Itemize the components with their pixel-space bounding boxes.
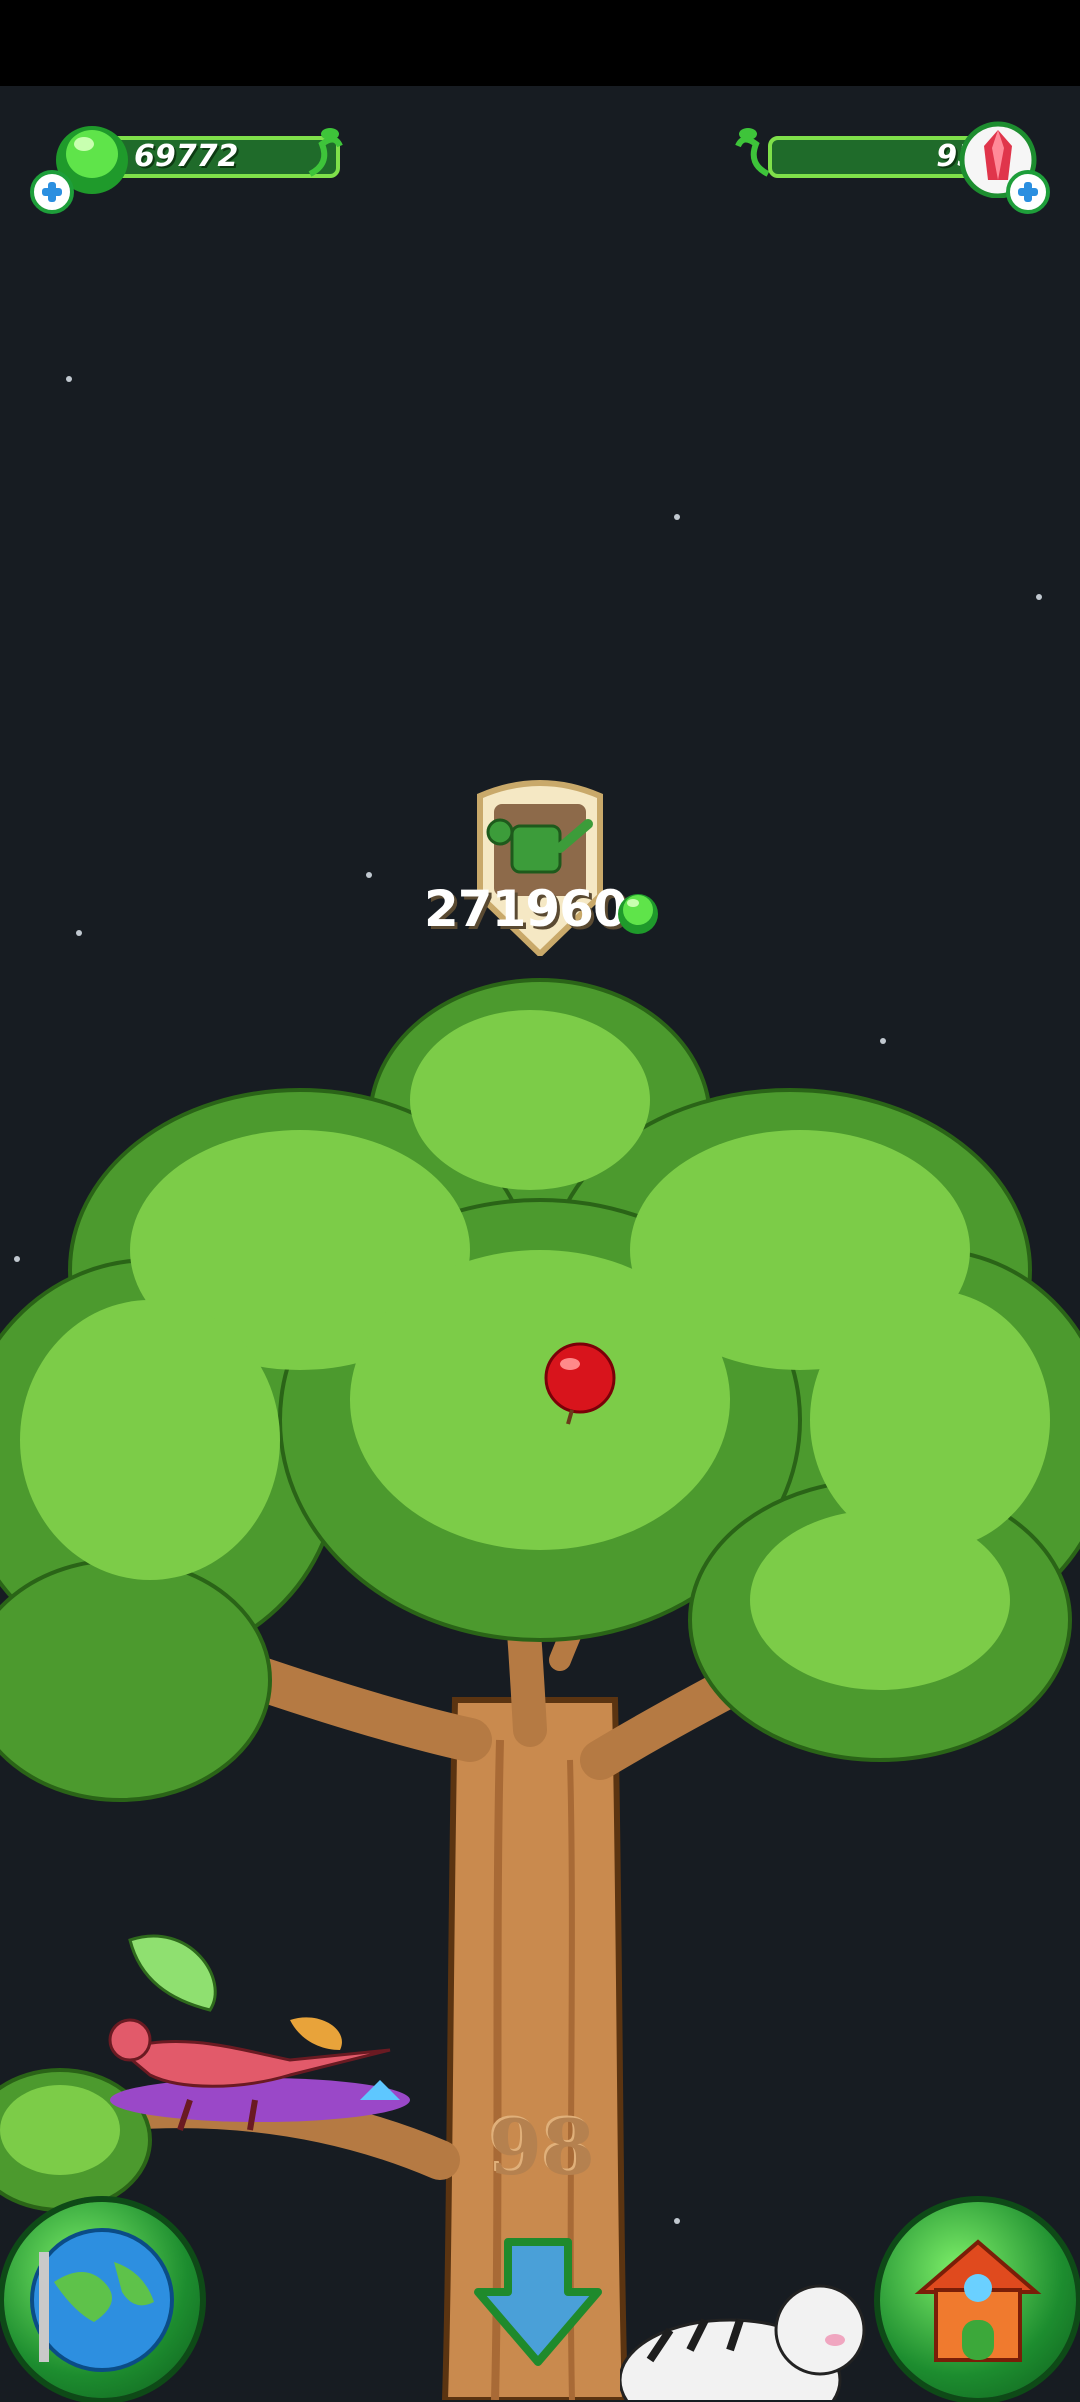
green-gem-icon	[618, 894, 658, 934]
star	[66, 376, 72, 382]
gem-currency-display[interactable]: 69772	[30, 118, 350, 214]
white-tiger-creature[interactable]	[620, 2270, 900, 2400]
status-bar	[0, 0, 1080, 86]
home-button[interactable]	[880, 2202, 1076, 2398]
tree-level-number: 98	[489, 2103, 595, 2192]
gem-count: 69772	[134, 139, 239, 174]
vine-icon	[308, 128, 343, 177]
world-map-button[interactable]	[4, 2202, 200, 2398]
dragon-creature[interactable]	[60, 1900, 480, 2200]
scroll-down-button[interactable]	[468, 2232, 608, 2372]
star	[366, 872, 372, 878]
star	[674, 514, 680, 520]
add-crystals-button[interactable]	[1006, 170, 1050, 214]
down-arrow-icon	[474, 2238, 602, 2366]
star	[76, 930, 82, 936]
crystal-currency-display[interactable]: 95	[728, 118, 1058, 214]
house-icon	[914, 2239, 1042, 2362]
star	[1036, 594, 1042, 600]
add-gems-button[interactable]	[30, 170, 74, 214]
globe-icon	[30, 2228, 174, 2372]
